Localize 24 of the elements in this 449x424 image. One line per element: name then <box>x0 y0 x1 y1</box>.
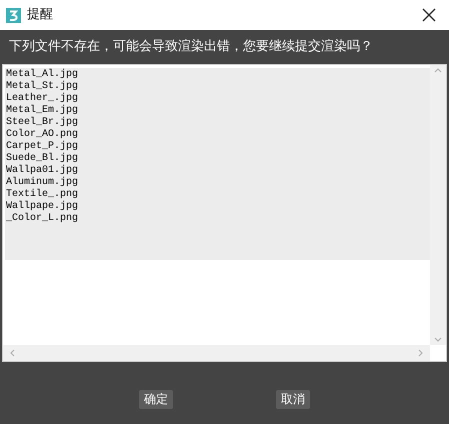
file-name: Color_AO.png <box>6 129 80 140</box>
scroll-right-icon[interactable] <box>418 349 423 357</box>
file-name: Steel_Br.jpg <box>6 117 80 128</box>
scroll-down-icon[interactable] <box>434 337 442 342</box>
file-name: _Color_L.png <box>6 213 80 225</box>
app-logo-icon <box>6 8 21 22</box>
file-name: Wallpape.jpg <box>6 201 80 212</box>
file-name: Metal_Al.jpg <box>6 69 80 80</box>
file-name: Leather_.jpg <box>6 93 80 104</box>
file-name: Wallpa01.jpg <box>6 165 80 176</box>
warning-message: 下列文件不存在，可能会导致渲染出错，您要继续提交渲染吗？ <box>9 38 373 56</box>
confirm-button[interactable]: 确定 <box>139 390 173 408</box>
file-name: Metal_Em.jpg <box>6 105 80 116</box>
file-name: Aluminum.jpg <box>6 177 80 188</box>
file-name: Metal_St.jpg <box>6 81 80 92</box>
scroll-up-icon[interactable] <box>434 68 442 73</box>
scroll-left-icon[interactable] <box>10 349 15 357</box>
window-title: 提醒 <box>27 6 53 24</box>
cancel-button[interactable]: 取消 <box>276 390 310 408</box>
vertical-scrollbar[interactable] <box>430 65 446 345</box>
file-name: Carpet_P.jpg <box>6 141 80 152</box>
horizontal-scrollbar[interactable] <box>3 345 430 361</box>
file-name: Suede_Bl.jpg <box>6 153 80 164</box>
file-name: Textile_.png <box>6 189 80 200</box>
